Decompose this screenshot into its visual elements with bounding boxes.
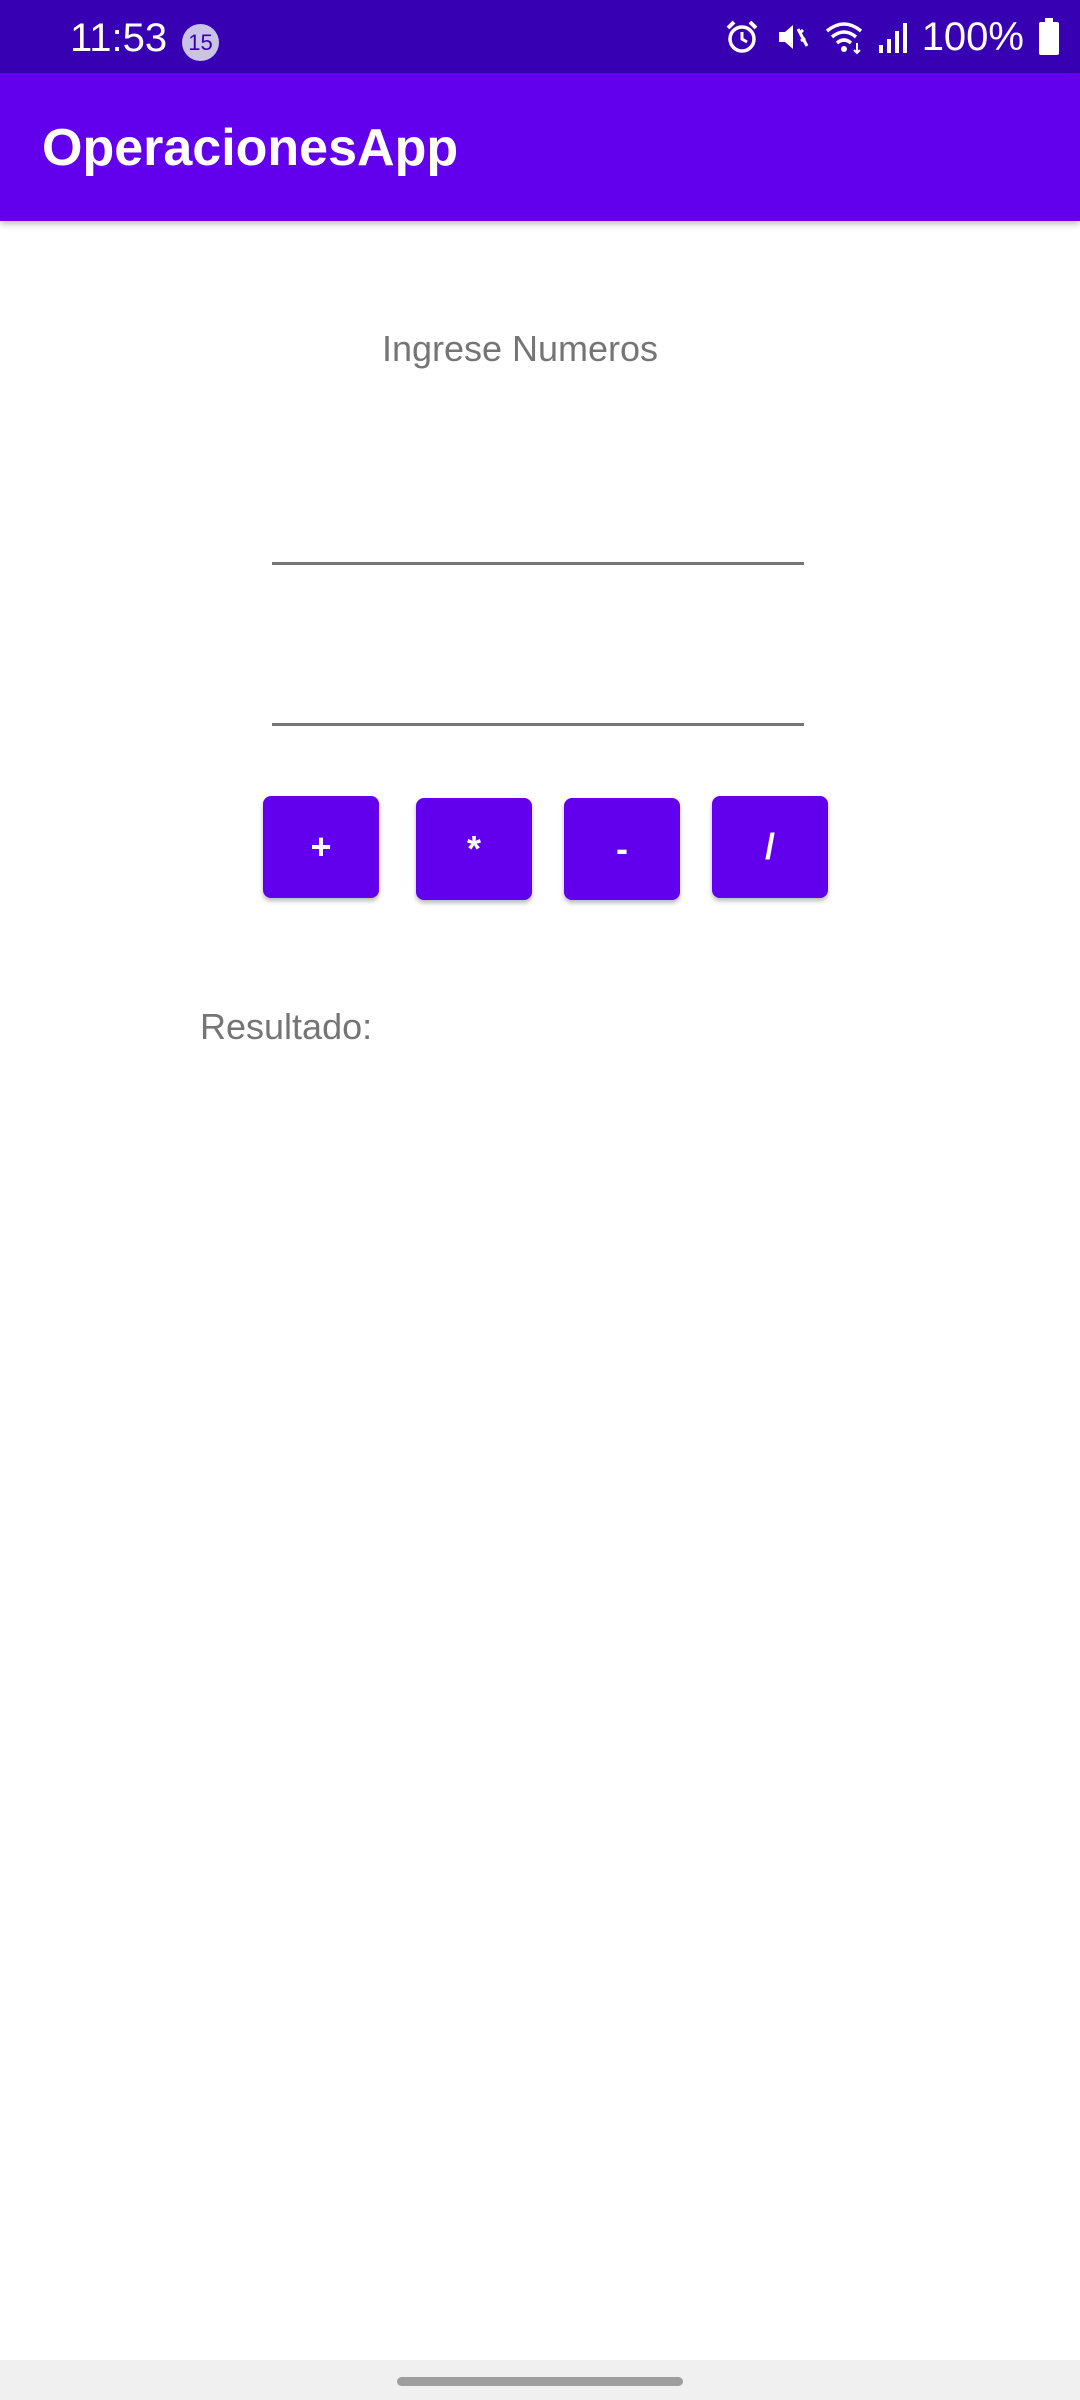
number-input-2[interactable] <box>272 636 804 726</box>
app-bar: OperacionesApp <box>0 73 1080 221</box>
home-gesture-handle[interactable] <box>397 2377 683 2386</box>
number-input-1[interactable] <box>272 475 804 565</box>
battery-icon <box>1038 18 1060 56</box>
multiply-button[interactable]: * <box>416 798 532 900</box>
alarm-icon <box>724 19 760 55</box>
divide-button[interactable]: / <box>712 796 828 898</box>
navigation-bar <box>0 2360 1080 2400</box>
screen: 11:53 15 100% OperacionesApp Ingrese Num… <box>0 0 1080 2400</box>
wifi-icon <box>824 19 864 55</box>
notification-count-badge: 15 <box>182 24 219 61</box>
add-button[interactable]: + <box>263 796 379 898</box>
subtract-button[interactable]: - <box>564 798 680 900</box>
status-bar: 11:53 15 100% <box>0 0 1080 73</box>
app-title: OperacionesApp <box>42 119 459 177</box>
status-icons: 100% <box>724 14 1060 60</box>
signal-icon <box>878 19 908 55</box>
status-time: 11:53 <box>70 16 168 60</box>
result-label: Resultado: <box>200 1006 373 1047</box>
mute-vibrate-icon <box>774 19 810 55</box>
battery-percentage: 100% <box>921 15 1024 59</box>
prompt-label: Ingrese Numeros <box>381 328 659 369</box>
